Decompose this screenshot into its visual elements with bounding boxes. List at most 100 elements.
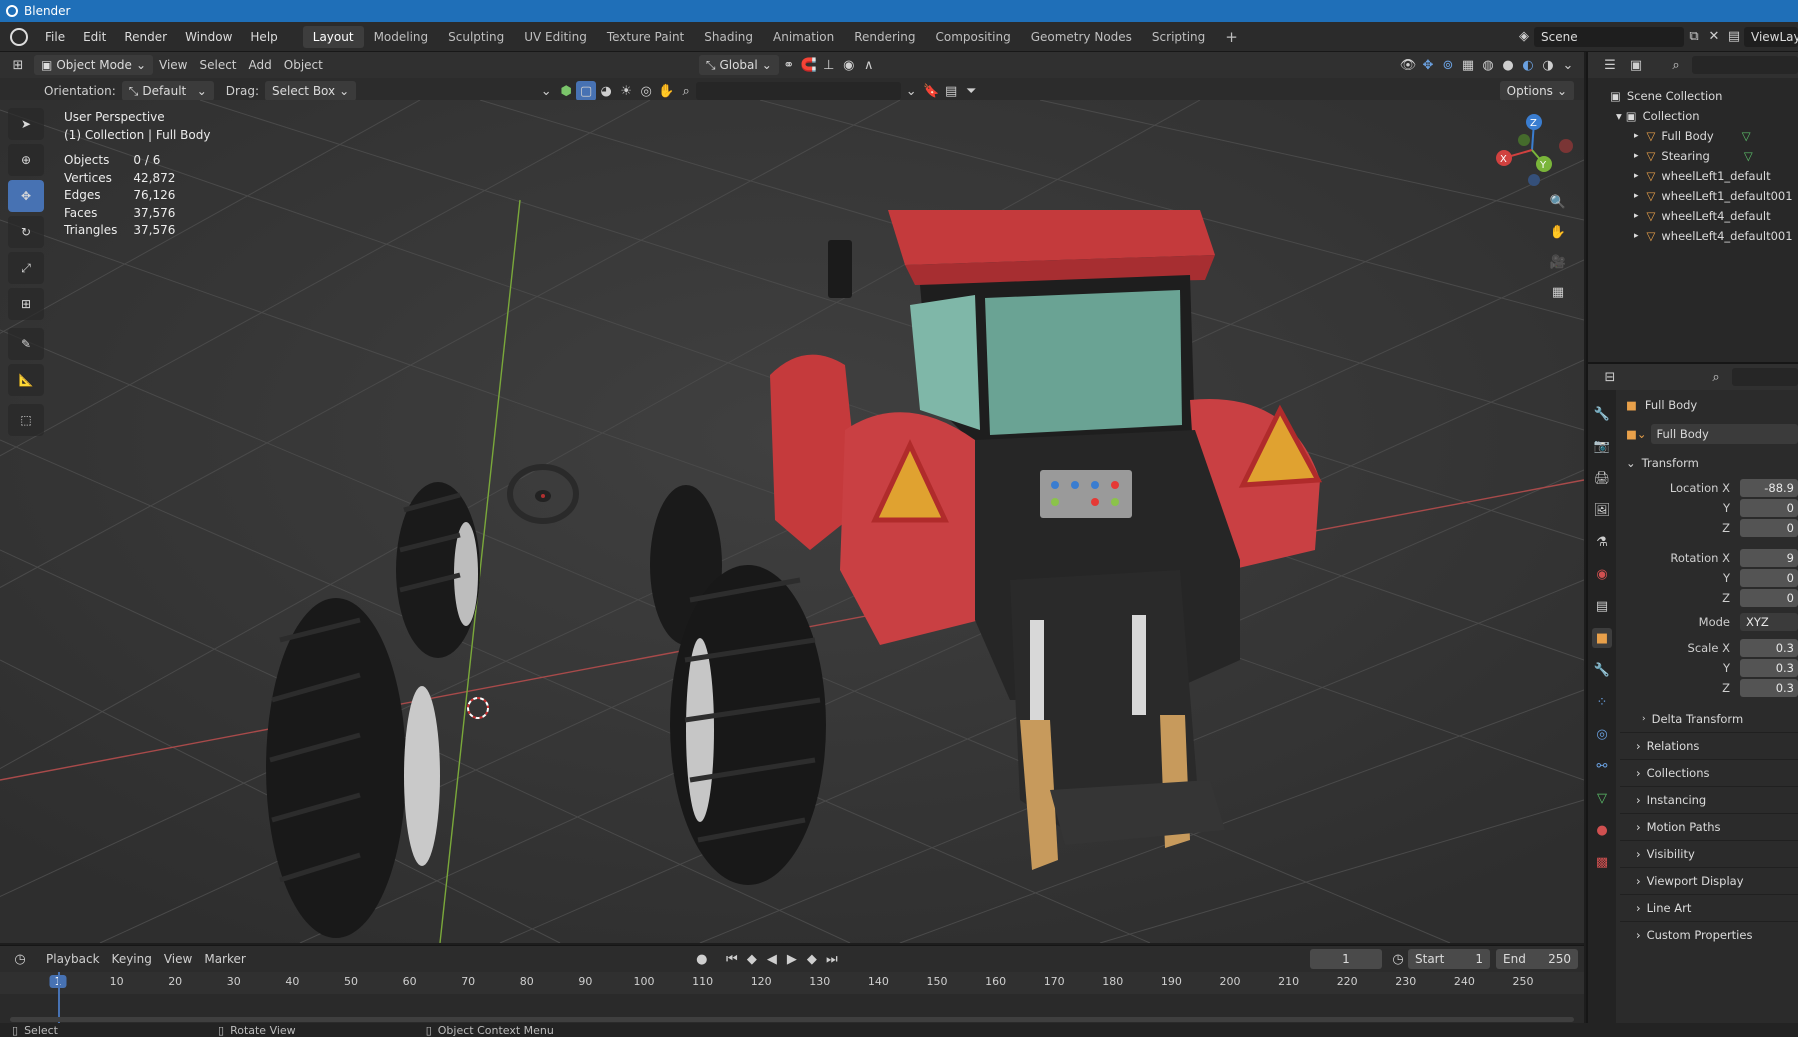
gizmo-negative-x[interactable] — [1559, 139, 1573, 153]
object-name-field[interactable]: Full Body — [1650, 424, 1798, 444]
object-mode-dropdown[interactable]: ▣ Object Mode ⌄ — [34, 55, 153, 75]
display-mode-icon[interactable]: ▣ — [1626, 55, 1646, 75]
annotate-tool-icon[interactable]: ✎ — [8, 328, 44, 360]
tab-rendering[interactable]: Rendering — [844, 26, 925, 48]
end-frame-field[interactable]: End 250 — [1496, 949, 1578, 969]
tab-sculpting[interactable]: Sculpting — [438, 26, 514, 48]
perspective-grid-icon[interactable]: ▦ — [1548, 282, 1568, 302]
options-dropdown[interactable]: Options ⌄ — [1499, 81, 1574, 101]
play-icon[interactable]: ▶ — [782, 949, 802, 969]
select-tool-icon[interactable]: ➤ — [8, 108, 44, 140]
outliner-item-wheelleft1-default001[interactable]: ▸ ▽ wheelLeft1_default001 — [1610, 186, 1798, 206]
light-filter-icon[interactable]: ☀ — [616, 81, 636, 101]
rotation-x-field[interactable]: 9 — [1740, 549, 1798, 567]
frame-ruler[interactable]: 1102030405060708090100110120130140150160… — [0, 972, 1584, 994]
timeline-menu-playback[interactable]: Playback — [40, 952, 106, 966]
chevron-down-icon[interactable]: ⌄ — [536, 81, 556, 101]
search-icon[interactable]: ⌕ — [1666, 55, 1686, 75]
scene-tab-icon[interactable]: ⚗ — [1592, 532, 1612, 552]
viewlayer-field[interactable]: ViewLay — [1744, 26, 1798, 47]
outliner-scene-collection[interactable]: ▣ Scene Collection — [1610, 86, 1798, 106]
mesh-filter-icon[interactable]: ◕ — [596, 81, 616, 101]
relations-panel[interactable]: › Relations — [1620, 732, 1798, 759]
orientation-dropdown[interactable]: ⤡ Default ⌄ — [121, 81, 214, 101]
transform-panel-header[interactable]: ⌄ Transform — [1620, 448, 1798, 478]
scene-field[interactable]: Scene — [1534, 26, 1684, 47]
tab-animation[interactable]: Animation — [763, 26, 844, 48]
camera-filter-icon[interactable]: ◎ — [636, 81, 656, 101]
menu-render[interactable]: Render — [115, 30, 176, 44]
next-keyframe-icon[interactable]: ◆ — [802, 949, 822, 969]
timeline-menu-marker[interactable]: Marker — [198, 952, 251, 966]
cursor-tool-icon[interactable]: ⊕ — [8, 144, 44, 176]
xray-icon[interactable]: ▦ — [1458, 55, 1478, 75]
add-workspace-icon[interactable]: + — [1215, 24, 1248, 50]
proportional-edit-icon[interactable]: ◉ — [839, 55, 859, 75]
timeline-menu-keying[interactable]: Keying — [106, 952, 158, 966]
viewport-display-panel[interactable]: › Viewport Display — [1620, 867, 1798, 894]
camera-view-icon[interactable]: 🎥 — [1548, 252, 1568, 272]
prev-keyframe-icon[interactable]: ◆ — [742, 949, 762, 969]
display-mode-icon[interactable]: ▤ — [941, 81, 961, 101]
tab-geometry-nodes[interactable]: Geometry Nodes — [1021, 26, 1142, 48]
material-tab-icon[interactable]: ● — [1592, 820, 1612, 840]
constraints-tab-icon[interactable]: ⚯ — [1592, 756, 1612, 776]
texture-tab-icon[interactable]: ▩ — [1592, 852, 1612, 872]
timeline-track-area[interactable]: 1102030405060708090100110120130140150160… — [0, 972, 1584, 1028]
start-frame-field[interactable]: Start 1 — [1408, 949, 1490, 969]
scene-selector-icon[interactable]: ◈ — [1514, 27, 1534, 47]
add-cube-tool-icon[interactable]: ⬚ — [8, 404, 44, 436]
overlay-toggle-icon[interactable]: ⊚ — [1438, 55, 1458, 75]
location-x-field[interactable]: -88.9 — [1740, 479, 1798, 497]
outliner-collection[interactable]: ▾ ▣ Collection — [1610, 106, 1798, 126]
clock-editor-icon[interactable]: ◷ — [10, 949, 30, 969]
falloff-icon[interactable]: ∧ — [859, 55, 879, 75]
search-icon[interactable]: ⌕ — [676, 81, 696, 101]
tab-texture-paint[interactable]: Texture Paint — [597, 26, 694, 48]
rotation-mode-dropdown[interactable]: XYZ Euler — [1740, 613, 1798, 631]
search-icon[interactable]: ⌕ — [1706, 367, 1726, 387]
preview-range-icon[interactable]: ◷ — [1388, 949, 1408, 969]
select-box-mode-icon[interactable]: ▢ — [576, 81, 597, 101]
object-type-filter-icon[interactable]: ⬢ — [556, 81, 576, 101]
jump-start-icon[interactable]: ⏮ — [722, 949, 742, 969]
custom-properties-panel[interactable]: › Custom Properties — [1620, 921, 1798, 948]
current-frame-field[interactable]: 1 — [1310, 949, 1382, 969]
menu-edit[interactable]: Edit — [74, 30, 115, 44]
zoom-icon[interactable]: 🔍 — [1548, 192, 1568, 212]
jump-end-icon[interactable]: ⏭ — [822, 949, 842, 969]
menu-file[interactable]: File — [36, 30, 74, 44]
transform-orientation-dropdown[interactable]: ⤡ Global ⌄ — [698, 55, 779, 75]
move-tool-icon[interactable]: ✥ — [8, 180, 44, 212]
drag-dropdown[interactable]: Select Box ⌄ — [264, 81, 357, 101]
outliner-item-wheelleft1-default[interactable]: ▸ ▽ wheelLeft1_default — [1610, 166, 1798, 186]
viewport-menu-view[interactable]: View — [153, 58, 193, 72]
rotate-tool-icon[interactable]: ↻ — [8, 216, 44, 248]
menu-help[interactable]: Help — [241, 30, 286, 44]
snap-icon[interactable]: 🧲 — [799, 55, 819, 75]
tab-uv-editing[interactable]: UV Editing — [514, 26, 597, 48]
collection-tab-icon[interactable]: ▤ — [1592, 596, 1612, 616]
gizmo-toggle-icon[interactable]: ✥ — [1418, 55, 1438, 75]
scale-z-field[interactable]: 0.3 — [1740, 679, 1798, 697]
rotation-y-field[interactable]: 0 — [1740, 569, 1798, 587]
tab-shading[interactable]: Shading — [694, 26, 763, 48]
wireframe-shading-icon[interactable]: ◍ — [1478, 55, 1498, 75]
delete-scene-icon[interactable]: ✕ — [1704, 27, 1724, 47]
collections-panel[interactable]: › Collections — [1620, 759, 1798, 786]
properties-editor-icon[interactable]: ⊟ — [1600, 367, 1620, 387]
outliner-editor-icon[interactable]: ☰ — [1600, 55, 1620, 75]
data-tab-icon[interactable]: ▽ — [1592, 788, 1612, 808]
viewport-menu-select[interactable]: Select — [193, 58, 242, 72]
motion-paths-panel[interactable]: › Motion Paths — [1620, 813, 1798, 840]
scale-y-field[interactable]: 0.3 — [1740, 659, 1798, 677]
outliner-item-full-body[interactable]: ▸ ▽ Full Body ▽ — [1610, 126, 1798, 146]
pivot-point-icon[interactable]: ⚭ — [779, 55, 799, 75]
editor-type-icon[interactable]: ⊞ — [8, 55, 28, 75]
physics-tab-icon[interactable]: ◎ — [1592, 724, 1612, 744]
other-filter-icon[interactable]: ✋ — [656, 81, 676, 101]
menu-window[interactable]: Window — [176, 30, 241, 44]
line-art-panel[interactable]: › Line Art — [1620, 894, 1798, 921]
outliner-item-wheelleft4-default[interactable]: ▸ ▽ wheelLeft4_default — [1610, 206, 1798, 226]
measure-tool-icon[interactable]: 📐 — [8, 364, 44, 396]
